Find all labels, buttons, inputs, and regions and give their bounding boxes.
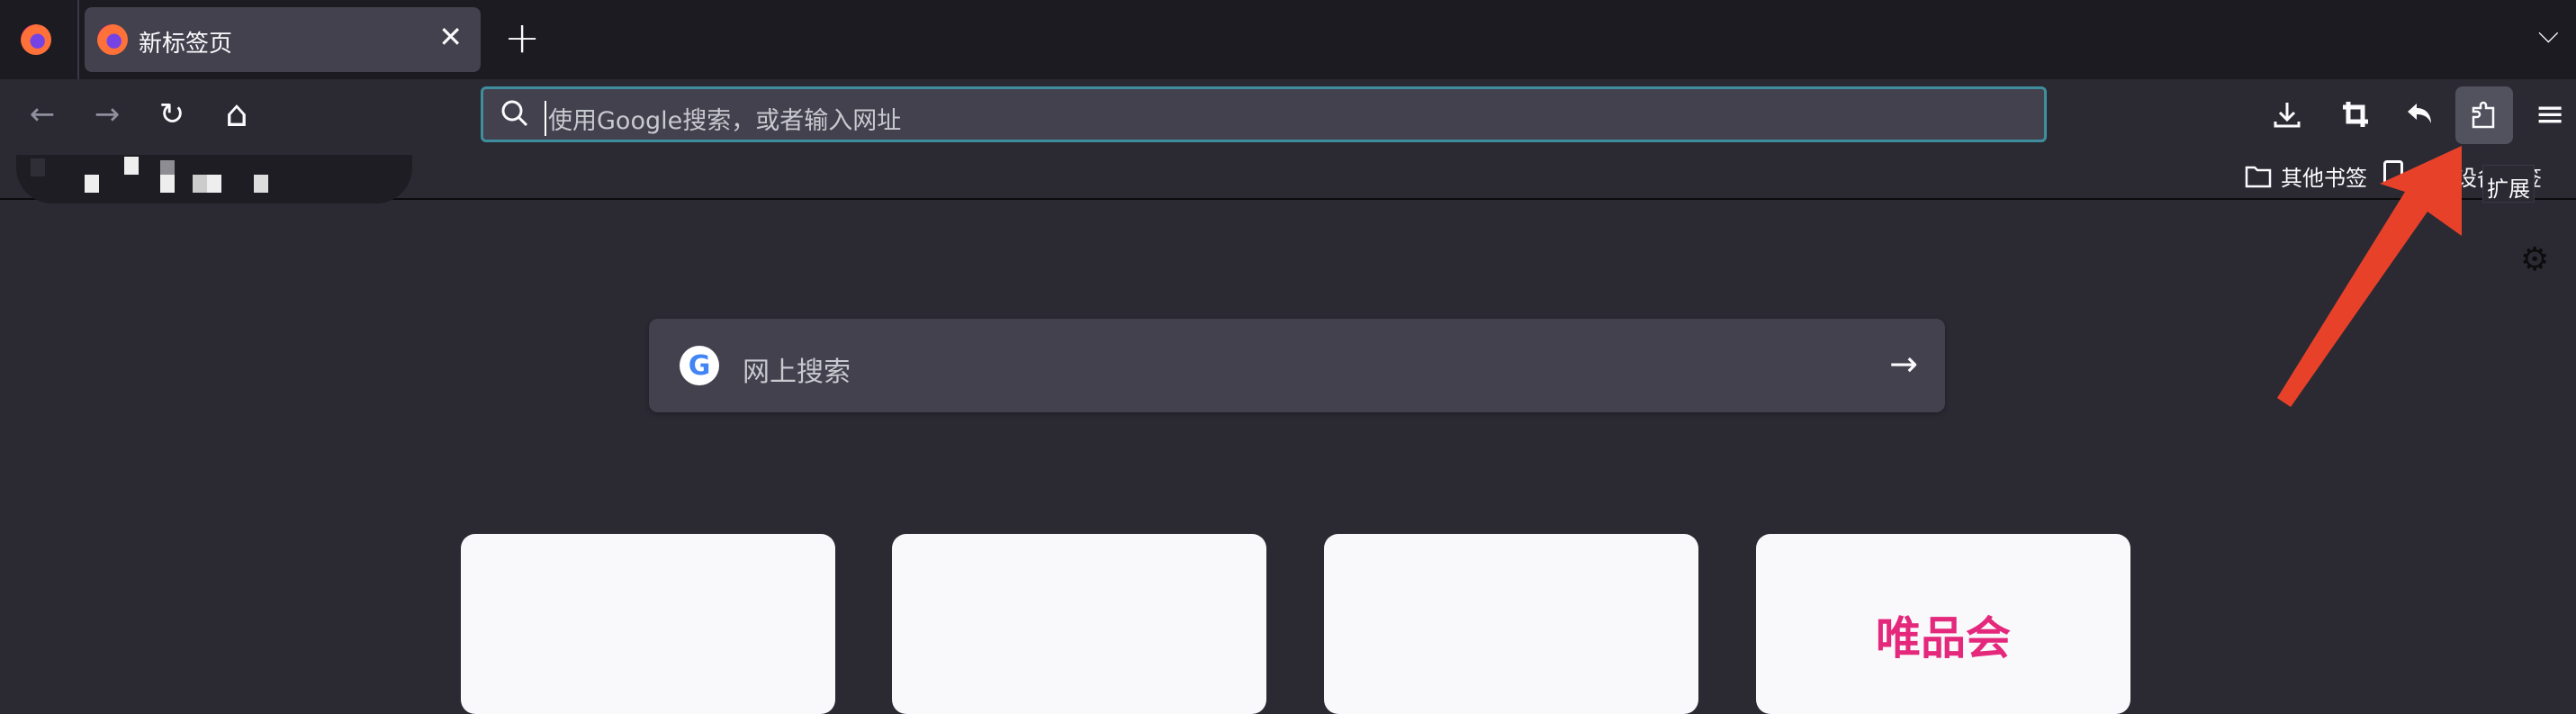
tab-title: 新标签页 <box>139 31 233 58</box>
download-icon <box>2274 103 2301 128</box>
top-site-tile[interactable] <box>461 534 835 714</box>
mobile-icon <box>2383 160 2403 185</box>
web-search-placeholder: 网上搜索 <box>743 357 851 388</box>
screenshot-button[interactable] <box>2328 86 2383 142</box>
undo-close-button[interactable] <box>2392 86 2448 142</box>
extensions-button[interactable] <box>2455 86 2513 144</box>
reload-button[interactable]: ↻ <box>144 86 200 142</box>
tile-label: 唯品会 <box>1876 612 2011 664</box>
top-site-tile[interactable] <box>1324 534 1698 714</box>
forward-button[interactable]: → <box>79 86 135 142</box>
folder-icon <box>2245 166 2272 187</box>
new-tab-button[interactable]: + <box>504 13 540 63</box>
list-all-tabs-chevron-icon[interactable]: ⌵ <box>2538 18 2559 50</box>
menu-button[interactable]: ≡ <box>2522 86 2576 142</box>
other-bookmarks-label: 其他书签 <box>2281 166 2367 191</box>
crop-icon <box>2343 102 2368 127</box>
firefox-icon <box>97 24 128 55</box>
web-search-box[interactable]: G 网上搜索 → <box>649 319 1945 412</box>
back-button[interactable]: ← <box>14 86 70 142</box>
downloads-button[interactable] <box>2259 86 2315 142</box>
close-tab-icon[interactable]: ✕ <box>438 20 463 54</box>
firefox-view-icon[interactable] <box>21 24 51 55</box>
tab-new-tab[interactable]: 新标签页 ✕ <box>85 7 481 72</box>
top-site-tile[interactable] <box>892 534 1266 714</box>
other-bookmarks[interactable]: 其他书签 <box>2245 160 2367 192</box>
search-go-arrow-icon[interactable]: → <box>1889 344 1918 384</box>
address-bar-placeholder: 使用Google搜索，或者输入网址 <box>545 101 901 136</box>
address-bar[interactable]: 使用Google搜索，或者输入网址 <box>481 86 2047 142</box>
home-button[interactable]: ⌂ <box>209 86 265 142</box>
redacted-bookmarks <box>16 155 412 203</box>
undo-icon <box>2408 104 2431 123</box>
top-site-tile[interactable]: 唯品会 <box>1756 534 2130 714</box>
puzzle-icon <box>2472 101 2495 129</box>
customize-gear-icon[interactable]: ⚙ <box>2520 241 2549 278</box>
divider <box>77 0 79 79</box>
google-logo-icon: G <box>680 346 719 385</box>
extensions-tooltip: 扩展 <box>2482 165 2535 203</box>
search-icon <box>501 100 528 127</box>
